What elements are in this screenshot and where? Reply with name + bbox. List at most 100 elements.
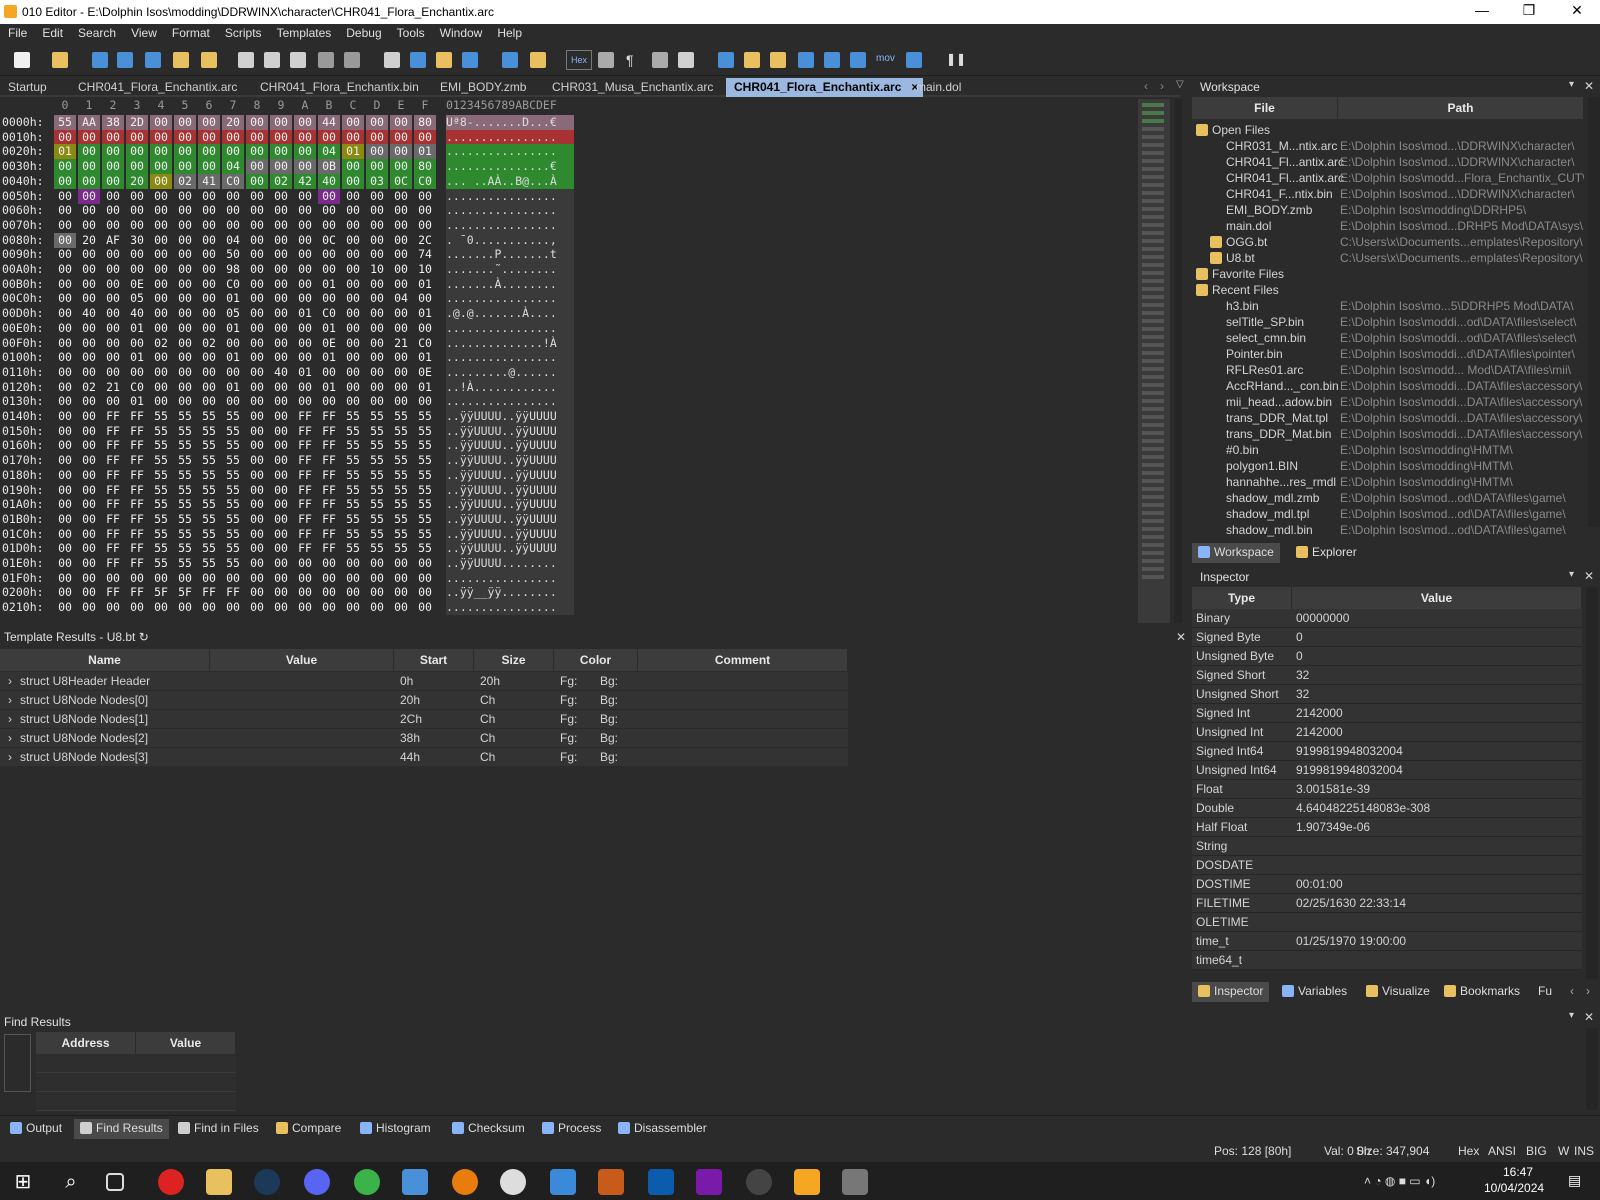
hex-byte[interactable]: 00 [414, 585, 436, 600]
inspector-row[interactable]: Half Float 1.907349e-06 [1192, 818, 1582, 837]
hex-byte[interactable]: 2D [126, 115, 148, 130]
hex-byte[interactable]: 00 [78, 394, 100, 409]
find-filter-box[interactable] [4, 1034, 31, 1092]
hex-byte[interactable]: 00 [102, 144, 124, 160]
hex-byte[interactable]: 00 [270, 497, 292, 512]
hex-byte[interactable]: FF [102, 541, 124, 556]
close-panel-icon[interactable]: ✕ [1176, 630, 1186, 644]
hex-byte[interactable]: 5F [150, 585, 172, 600]
hex-ascii[interactable]: . ¯0..........., [446, 232, 574, 248]
hex-ascii[interactable]: ................ [446, 129, 574, 145]
hex-byte[interactable]: 00 [222, 394, 244, 409]
hex-byte[interactable]: 02 [150, 336, 172, 351]
hex-byte[interactable]: 00 [174, 306, 196, 321]
hex-editor[interactable]: 0123456789ABCDEF 0123456789ABCDEF 0000h:… [0, 97, 1180, 623]
hex-byte[interactable]: 55 [222, 527, 244, 542]
panel-menu-icon[interactable]: ▾ [1569, 1010, 1574, 1021]
hex-ascii[interactable]: ................ [446, 394, 574, 410]
hex-byte[interactable]: 00 [390, 247, 412, 262]
hex-byte[interactable]: 00 [174, 350, 196, 365]
hex-byte[interactable]: 00 [174, 380, 196, 395]
hex-byte[interactable]: 55 [174, 541, 196, 556]
hex-byte[interactable]: 55 [222, 409, 244, 424]
hex-byte[interactable]: 55 [342, 527, 364, 542]
hex-byte[interactable]: 00 [414, 600, 436, 615]
col-comment[interactable]: Comment [638, 649, 848, 671]
hex-byte[interactable]: 80 [414, 115, 436, 130]
tab-histogram[interactable]: Histogram [354, 1119, 437, 1139]
hex-byte[interactable]: 55 [366, 541, 388, 556]
workspace-file[interactable]: selTitle_SP.bin [1226, 314, 1304, 330]
template-row[interactable]: › struct U8Header Header 0h 20h Fg: Bg: [0, 672, 848, 691]
hex-byte[interactable]: 00 [198, 115, 220, 130]
hex-byte[interactable]: 00 [54, 218, 76, 233]
hex-byte[interactable]: 00 [246, 203, 268, 218]
hex-byte[interactable]: 00 [78, 247, 100, 262]
hex-byte[interactable]: 00 [222, 144, 244, 160]
hex-byte[interactable]: 00 [78, 365, 100, 380]
hex-byte[interactable]: 00 [198, 394, 220, 409]
tab-scroll-left-icon[interactable]: ‹ [1144, 79, 1148, 93]
hex-byte[interactable]: 00 [126, 203, 148, 218]
hex-byte[interactable]: 0C [390, 173, 412, 189]
tab-startup[interactable]: Startup [0, 78, 55, 97]
inspector-value[interactable]: 2142000 [1296, 704, 1343, 723]
hex-byte[interactable]: 00 [150, 115, 172, 130]
hex-byte[interactable]: 00 [198, 321, 220, 336]
hex-byte[interactable]: 00 [78, 571, 100, 586]
hex-byte[interactable]: 00 [102, 321, 124, 336]
blender-icon[interactable] [452, 1169, 478, 1195]
hex-byte[interactable]: 00 [198, 189, 220, 204]
hex-byte[interactable]: FF [126, 409, 148, 424]
hex-byte[interactable]: 00 [126, 144, 148, 160]
hex-ascii[interactable]: ................ [446, 217, 574, 233]
hex-byte[interactable]: 00 [294, 203, 316, 218]
hex-byte[interactable]: 00 [342, 277, 364, 292]
hex-byte[interactable]: 00 [246, 409, 268, 424]
hex-byte[interactable]: 55 [414, 453, 436, 468]
hex-byte[interactable]: 00 [150, 291, 172, 306]
hex-byte[interactable]: 55 [150, 483, 172, 498]
hex-byte[interactable]: 00 [246, 129, 268, 145]
hex-byte[interactable]: C0 [318, 306, 340, 321]
template-expand-icon[interactable]: › [8, 691, 12, 710]
hex-byte[interactable]: 00 [342, 600, 364, 615]
hex-byte[interactable]: 00 [198, 144, 220, 160]
hex-byte[interactable]: 55 [390, 483, 412, 498]
workspace-file[interactable]: #0.bin [1226, 442, 1259, 458]
hex-byte[interactable]: 55 [342, 483, 364, 498]
inspector-value[interactable]: 1.907349e-06 [1296, 818, 1370, 837]
inspector-value[interactable]: 4.64048225148083e-308 [1296, 799, 1430, 818]
tab-scroll-right-icon[interactable]: › [1586, 984, 1590, 998]
col-file[interactable]: File [1192, 97, 1338, 119]
hex-ascii[interactable]: ..ÿÿUUUU........ [446, 556, 574, 571]
hex-byte[interactable]: 00 [54, 527, 76, 542]
hex-byte[interactable]: 00 [390, 218, 412, 233]
hex-byte[interactable]: 00 [78, 321, 100, 336]
hex-byte[interactable]: 00 [390, 571, 412, 586]
hex-byte[interactable]: 00 [78, 173, 100, 189]
hex-byte[interactable]: 00 [414, 291, 436, 306]
hex-byte[interactable]: 00 [246, 233, 268, 248]
workspace-file[interactable]: hannahhe...res_rmdl [1226, 474, 1336, 490]
hex-byte[interactable]: 00 [366, 585, 388, 600]
hex-byte[interactable]: 00 [270, 144, 292, 160]
hex-byte[interactable]: 55 [174, 512, 196, 527]
hex-byte[interactable]: 00 [270, 512, 292, 527]
template-expand-icon[interactable]: › [8, 748, 12, 767]
tab-find-results[interactable]: Find Results [74, 1119, 169, 1139]
hex-byte[interactable]: 00 [414, 203, 436, 218]
tab-bookmarks[interactable]: Bookmarks [1438, 982, 1526, 1002]
hex-byte[interactable]: 00 [294, 233, 316, 248]
hex-byte[interactable]: 00 [126, 571, 148, 586]
hex-byte[interactable]: 00 [342, 173, 364, 189]
hex-byte[interactable]: 55 [150, 497, 172, 512]
workspace-file[interactable]: trans_DDR_Mat.tpl [1226, 410, 1328, 426]
hex-byte[interactable]: 00 [54, 321, 76, 336]
status-width[interactable]: W [1558, 1144, 1569, 1158]
hex-byte[interactable]: 55 [150, 527, 172, 542]
hex-byte[interactable]: 01 [222, 380, 244, 395]
hex-byte[interactable]: 01 [318, 350, 340, 365]
hex-byte[interactable]: 55 [174, 453, 196, 468]
hex-byte[interactable]: 00 [102, 306, 124, 321]
